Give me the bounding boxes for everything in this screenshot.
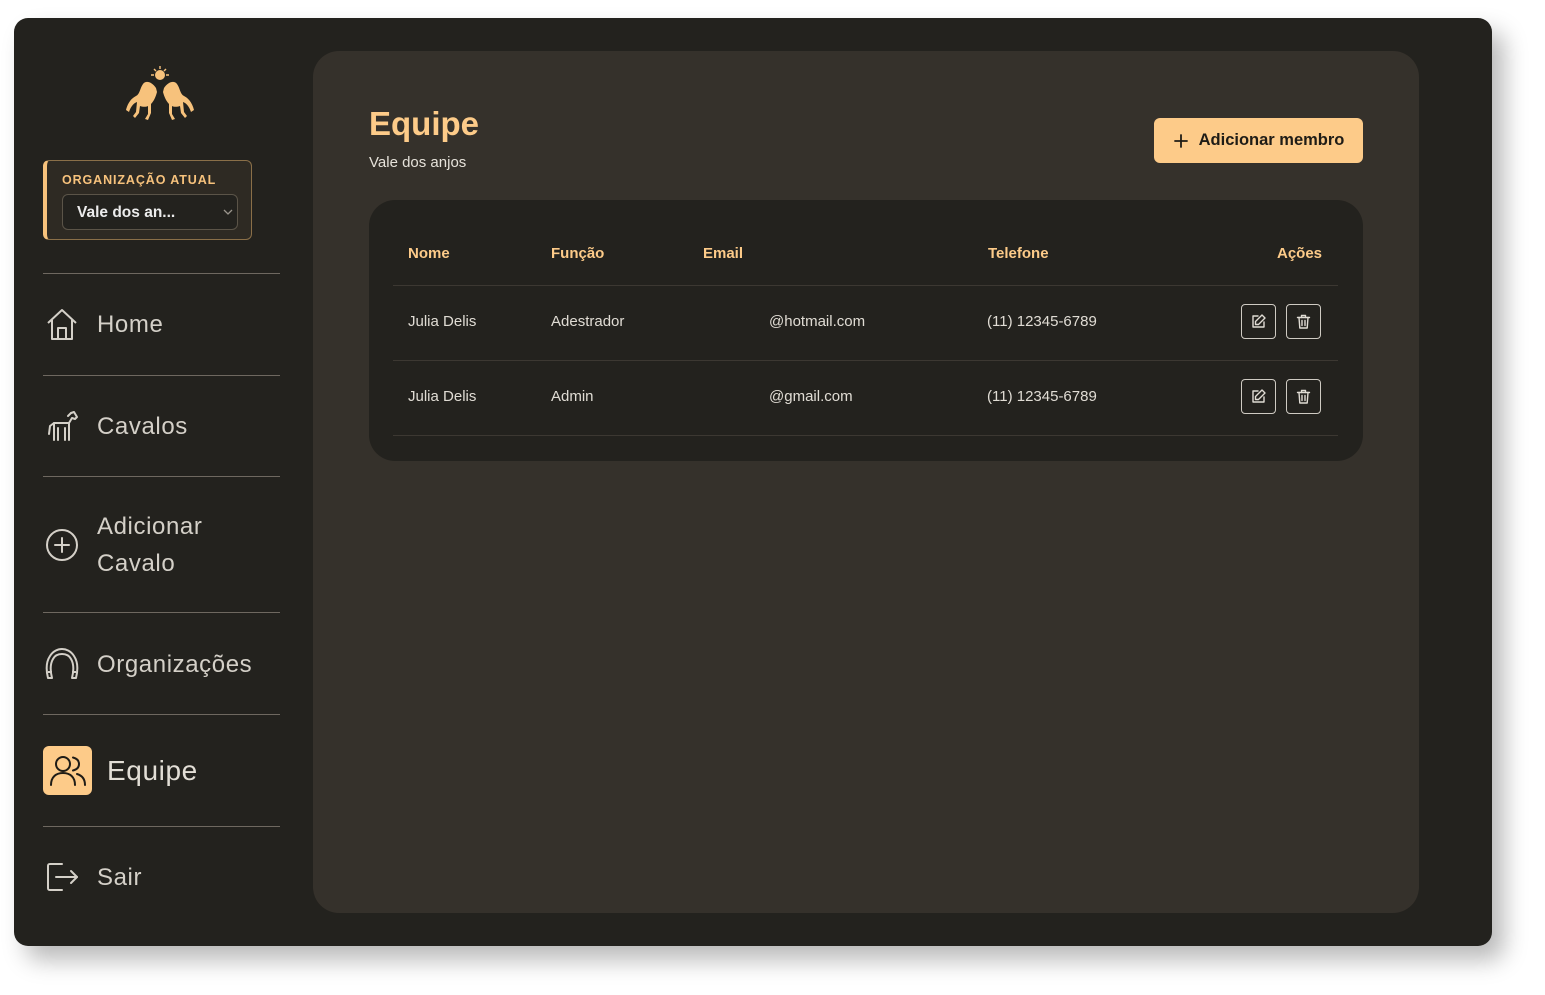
sidebar-divider xyxy=(43,476,280,477)
sidebar-divider xyxy=(43,273,280,274)
sidebar-item-label: Cavalos xyxy=(97,412,188,440)
cell-funcao: Adestrador xyxy=(551,313,625,330)
org-label: ORGANIZAÇÃO ATUAL xyxy=(62,173,217,187)
edit-icon xyxy=(1252,314,1266,328)
sidebar-divider xyxy=(43,714,280,715)
delete-button[interactable] xyxy=(1286,304,1321,339)
edit-icon xyxy=(1252,389,1266,403)
sidebar-item-label: Sair xyxy=(97,863,143,891)
org-selected-value: Vale dos an... xyxy=(77,204,176,221)
horse-icon xyxy=(43,407,81,445)
sidebar-divider xyxy=(43,375,280,376)
sidebar-divider xyxy=(43,826,280,827)
cell-telefone: (11) 12345-6789 xyxy=(987,388,1097,405)
page-title: Equipe xyxy=(369,105,480,142)
sidebar-item-organizacoes[interactable]: Organizações xyxy=(43,645,280,683)
plus-circle-icon xyxy=(43,526,81,564)
logout-icon xyxy=(43,858,81,896)
add-member-button[interactable]: Adicionar membro xyxy=(1154,118,1363,163)
sidebar-item-label: Adicionar Cavalo xyxy=(97,513,203,577)
row-divider xyxy=(393,360,1338,361)
sidebar-divider xyxy=(43,612,280,613)
home-icon xyxy=(43,305,81,343)
column-header-acoes: Ações xyxy=(1277,245,1323,262)
main-panel: Equipe Vale dos anjos Adicionar membro N… xyxy=(313,51,1419,913)
cell-funcao: Admin xyxy=(551,388,594,405)
sidebar-item-home[interactable]: Home xyxy=(43,305,280,343)
delete-button[interactable] xyxy=(1286,379,1321,414)
cell-email: @gmail.com xyxy=(769,388,853,405)
cell-nome: Julia Delis xyxy=(408,313,477,330)
column-header-telefone: Telefone xyxy=(988,245,1049,262)
plus-icon xyxy=(1173,133,1188,148)
sidebar-item-cavalos[interactable]: Cavalos xyxy=(43,407,280,445)
cell-nome: Julia Delis xyxy=(408,388,477,405)
cell-email: @hotmail.com xyxy=(769,313,866,330)
cell-telefone: (11) 12345-6789 xyxy=(987,313,1097,330)
add-member-label: Adicionar membro xyxy=(1198,131,1345,149)
edit-button[interactable] xyxy=(1241,379,1276,414)
organization-select[interactable]: Vale dos an... xyxy=(62,194,238,230)
app-window: ORGANIZAÇÃO ATUAL Vale dos an... Home Ca… xyxy=(14,18,1492,946)
horseshoe-icon xyxy=(43,645,81,683)
sidebar-item-adicionar-cavalo[interactable]: Adicionar Cavalo xyxy=(43,508,280,582)
chevron-down-icon xyxy=(223,209,233,215)
sidebar-item-label: Home xyxy=(97,310,164,338)
team-table: Nome Função Email Telefone Ações Julia D… xyxy=(369,200,1363,461)
column-header-nome: Nome xyxy=(408,245,450,262)
users-icon xyxy=(43,746,92,795)
sidebar-item-label: Equipe xyxy=(107,755,198,786)
trash-icon xyxy=(1296,389,1311,404)
sidebar-item-sair[interactable]: Sair xyxy=(43,858,280,896)
edit-button[interactable] xyxy=(1241,304,1276,339)
sidebar-item-label: Organizações xyxy=(97,650,253,678)
row-divider xyxy=(393,435,1338,436)
sidebar-item-equipe[interactable]: Equipe xyxy=(43,746,280,795)
column-header-funcao: Função xyxy=(551,245,605,262)
column-header-email: Email xyxy=(703,245,744,262)
row-divider xyxy=(393,285,1338,286)
horses-logo-icon xyxy=(126,66,194,120)
page-subtitle: Vale dos anjos xyxy=(369,154,467,171)
trash-icon xyxy=(1296,314,1311,329)
current-organization-box: ORGANIZAÇÃO ATUAL Vale dos an... xyxy=(43,160,252,240)
